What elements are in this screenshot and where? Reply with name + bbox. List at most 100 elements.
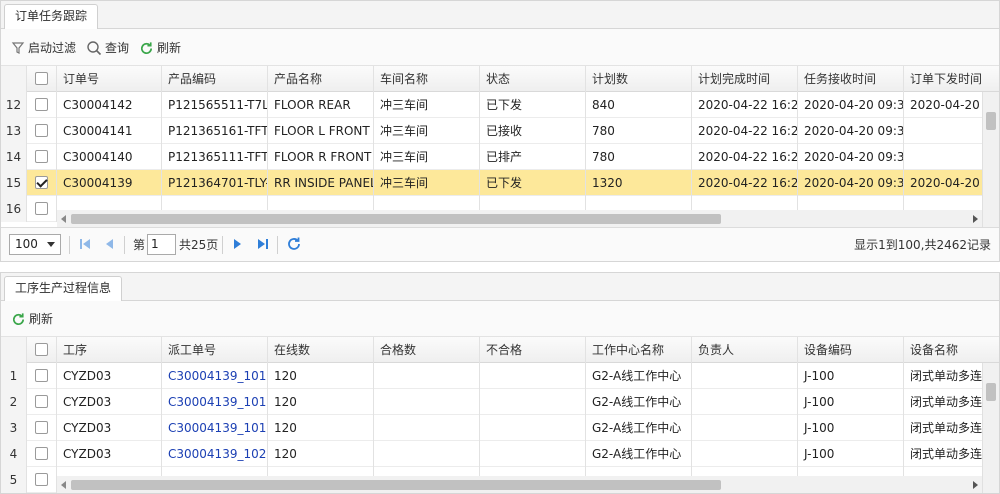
row-checkbox[interactable] — [35, 395, 48, 408]
tab-order-task-tracking[interactable]: 订单任务跟踪 — [4, 4, 99, 29]
table-cell: 2020-04-20 09:37:1 — [798, 118, 904, 144]
first-page-icon[interactable] — [79, 238, 91, 250]
column-header[interactable]: 工序 — [57, 337, 162, 363]
row-checkbox[interactable] — [35, 421, 48, 434]
scroll-right-arrow[interactable] — [973, 215, 978, 223]
table-cell: J-100 — [798, 389, 904, 415]
table-row[interactable]: 14 C30004140P121365111-TFT-HFLOOR R FRONT… — [1, 144, 999, 170]
row-checkbox[interactable] — [35, 150, 48, 163]
dispatch-order-link[interactable]: C30004139_101 — [162, 363, 268, 389]
tab-process-production-info[interactable]: 工序生产过程信息 — [4, 276, 123, 301]
row-checkbox[interactable] — [35, 176, 48, 189]
row-checkbox[interactable] — [35, 369, 48, 382]
table-cell: 780 — [586, 118, 692, 144]
next-page-icon[interactable] — [233, 238, 243, 250]
page-number-input[interactable]: 1 — [147, 234, 176, 255]
column-header[interactable]: 订单下发时间 — [904, 66, 999, 92]
table-row[interactable]: 13 C30004141P121365161-TFT-HFLOOR L FRONT… — [1, 118, 999, 144]
table-row[interactable]: 4 CYZD03 C30004139_102 120 G2-A线工作中心 J-100 闭式单… — [1, 441, 999, 467]
query-button[interactable]: 查询 — [86, 38, 129, 58]
record-summary: 显示1到100,共2462记录 — [854, 238, 991, 252]
vertical-scrollbar[interactable] — [982, 363, 999, 493]
table-cell — [374, 389, 480, 415]
row-checkbox-cell — [27, 441, 57, 467]
row-number-header — [1, 66, 27, 92]
order-toolbar: 启动过滤 查询 刷新 — [1, 29, 999, 66]
start-filter-button[interactable]: 启动过滤 — [11, 38, 76, 58]
select-all-cell — [27, 337, 57, 363]
column-header[interactable]: 合格数 — [374, 337, 480, 363]
column-header[interactable]: 计划完成时间 — [692, 66, 798, 92]
dispatch-order-link[interactable]: C30004139_1010 — [162, 389, 268, 415]
table-row[interactable]: 2 CYZD03 C30004139_1010 120 G2-A线工作中心 J-100 闭式… — [1, 389, 999, 415]
vertical-scrollbar[interactable] — [982, 92, 999, 227]
refresh-button[interactable]: 刷新 — [11, 309, 53, 329]
page-size-select[interactable]: 100 — [9, 234, 61, 255]
row-checkbox[interactable] — [35, 124, 48, 137]
table-cell: 120 — [268, 389, 374, 415]
table-cell — [480, 441, 586, 467]
row-checkbox[interactable] — [35, 473, 48, 486]
column-header[interactable]: 产品编码 — [162, 66, 268, 92]
column-header[interactable]: 设备名称 — [904, 337, 999, 363]
horizontal-scrollbar[interactable] — [57, 476, 982, 493]
table-cell: 2020-04-22 16:22:0 — [692, 144, 798, 170]
row-number: 15 — [1, 170, 27, 196]
column-header[interactable]: 负责人 — [692, 337, 798, 363]
column-header[interactable]: 任务接收时间 — [798, 66, 904, 92]
column-header[interactable]: 在线数 — [268, 337, 374, 363]
table-cell: P121565511-T7L-H1 — [162, 92, 268, 118]
dispatch-order-link[interactable]: C30004139_102 — [162, 441, 268, 467]
table-cell: C30004140 — [57, 144, 162, 170]
table-row[interactable]: 1 CYZD03 C30004139_101 120 G2-A线工作中心 J-100 闭式单… — [1, 363, 999, 389]
column-header[interactable]: 工作中心名称 — [586, 337, 692, 363]
column-header[interactable]: 设备编码 — [798, 337, 904, 363]
column-header[interactable]: 状态 — [480, 66, 586, 92]
row-checkbox-cell — [27, 118, 57, 144]
table-row[interactable]: 15 C30004139 P121364701-TLY-H RR INSIDE PAN… — [1, 170, 999, 196]
table-cell: 已接收 — [480, 118, 586, 144]
scroll-left-arrow[interactable] — [61, 481, 66, 489]
table-cell — [692, 389, 798, 415]
column-header[interactable]: 车间名称 — [374, 66, 480, 92]
horizontal-scrollbar[interactable] — [57, 210, 982, 227]
table-cell: 冲三车间 — [374, 118, 480, 144]
page-prefix-label: 第 — [133, 238, 146, 252]
dispatch-order-link[interactable]: C30004139_1011 — [162, 415, 268, 441]
reload-icon[interactable] — [286, 236, 302, 252]
column-header[interactable]: 产品名称 — [268, 66, 374, 92]
pager-divider — [69, 236, 70, 254]
row-checkbox-cell — [27, 467, 57, 493]
select-all-cell — [27, 66, 57, 92]
vertical-scroll-thumb[interactable] — [986, 383, 996, 401]
row-checkbox[interactable] — [35, 202, 48, 215]
column-header[interactable]: 派工单号 — [162, 337, 268, 363]
table-cell: 120 — [268, 441, 374, 467]
last-page-icon[interactable] — [257, 238, 269, 250]
horizontal-scroll-thumb[interactable] — [71, 214, 721, 224]
vertical-scroll-thumb[interactable] — [986, 112, 996, 130]
select-all-checkbox[interactable] — [35, 343, 48, 356]
table-cell: P121364701-TLY-H — [162, 170, 268, 196]
refresh-label: 刷新 — [29, 312, 54, 326]
horizontal-scroll-thumb[interactable] — [71, 480, 721, 490]
column-header[interactable]: 订单号 — [57, 66, 162, 92]
refresh-button[interactable]: 刷新 — [139, 38, 181, 58]
table-cell: 冲三车间 — [374, 92, 480, 118]
row-checkbox[interactable] — [35, 447, 48, 460]
select-all-checkbox[interactable] — [35, 72, 48, 85]
prev-page-icon[interactable] — [104, 238, 114, 250]
table-row[interactable]: 12 C30004142P121565511-T7L-H1FLOOR REAR冲三… — [1, 92, 999, 118]
column-header[interactable]: 不合格 — [480, 337, 586, 363]
scroll-right-arrow[interactable] — [973, 481, 978, 489]
column-header[interactable]: 计划数 — [586, 66, 692, 92]
row-checkbox[interactable] — [35, 98, 48, 111]
table-cell: J-100 — [798, 363, 904, 389]
table-row[interactable]: 3 CYZD03 C30004139_1011 120 G2-A线工作中心 J-100 闭式… — [1, 415, 999, 441]
row-checkbox-cell — [27, 415, 57, 441]
scroll-left-arrow[interactable] — [61, 215, 66, 223]
refresh-icon — [13, 312, 25, 325]
table-cell: C30004142 — [57, 92, 162, 118]
table-cell: 120 — [268, 415, 374, 441]
row-checkbox-cell — [27, 196, 57, 222]
